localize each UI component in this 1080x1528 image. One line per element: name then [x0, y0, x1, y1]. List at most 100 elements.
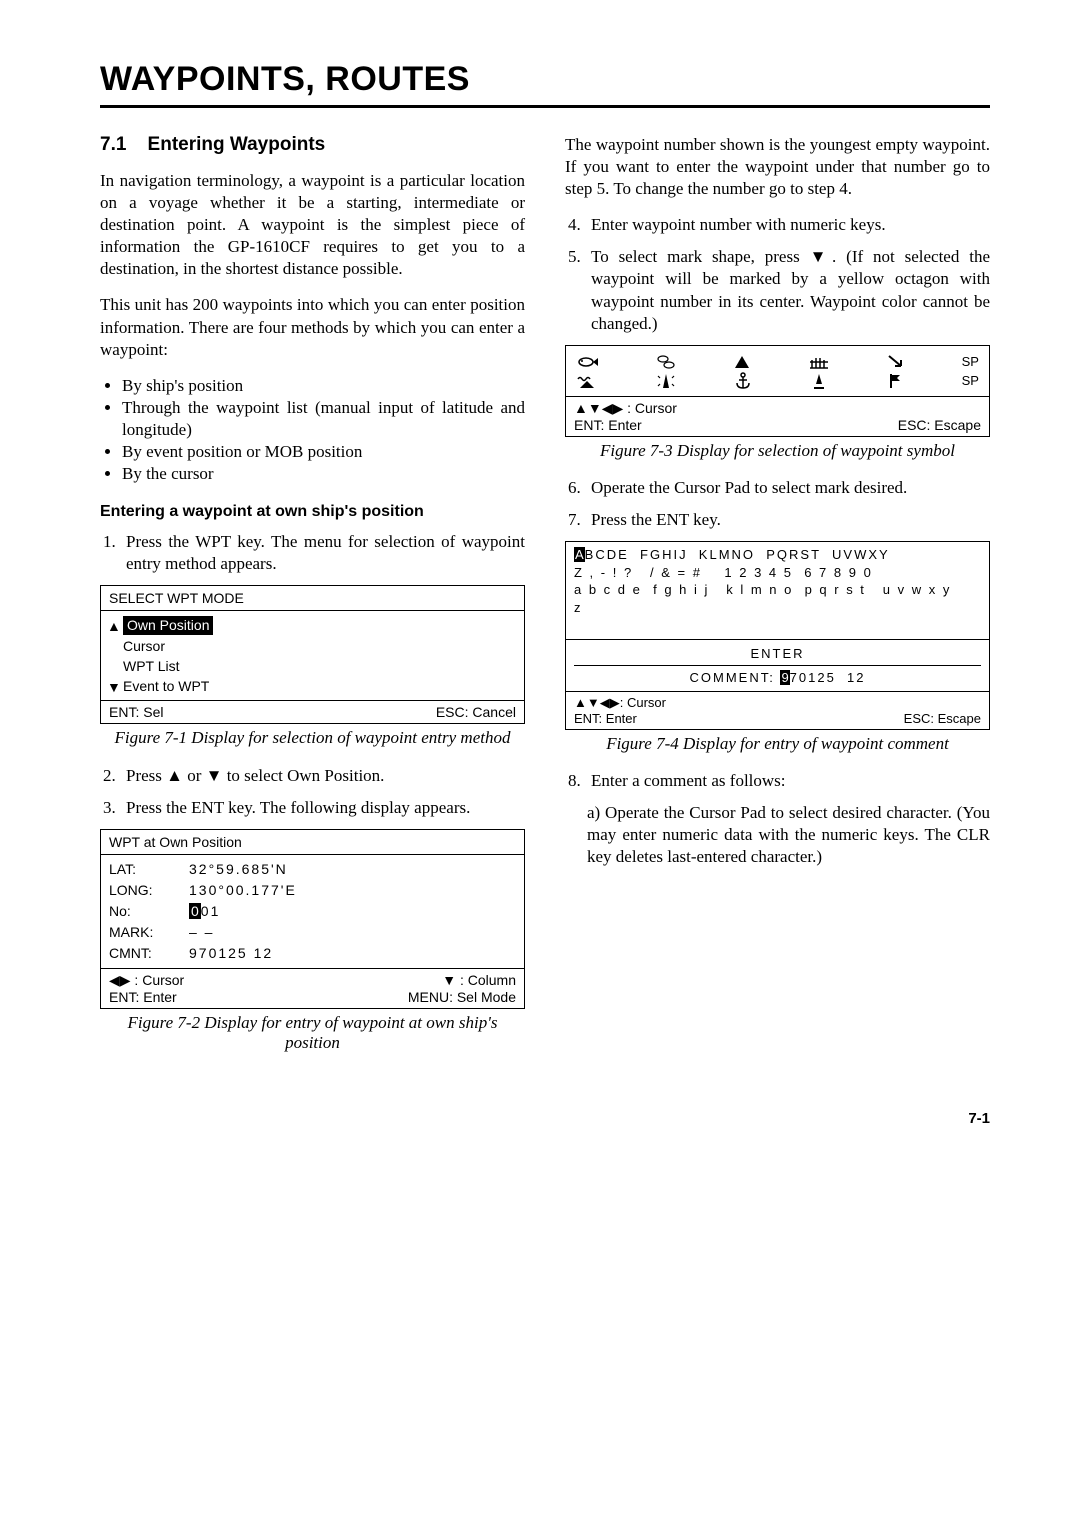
fig74-comment-label: COMMENT: — [689, 670, 780, 685]
fig74-row1-hi: A — [574, 547, 585, 562]
fig74-comment: COMMENT: 970125 12 — [574, 665, 981, 685]
figure-7-1-box: SELECT WPT MODE ▲ Own Position Cursor WP… — [100, 585, 525, 724]
fig73-sp-2: SP — [962, 373, 979, 388]
wave-mountain-icon — [576, 373, 598, 389]
up-arrow-icon: ▲ — [107, 617, 121, 635]
fig73-ent: ENT: Enter — [574, 417, 642, 433]
fig72-column-hint: ▼ : Column — [442, 972, 516, 989]
figure-7-2-box: WPT at Own Position LAT: 32°59.685'N LON… — [100, 829, 525, 1009]
fig72-long-value: 130°00.177'E — [189, 880, 297, 901]
fig72-lat-value: 32°59.685'N — [189, 859, 288, 880]
fig74-mid: ENTER COMMENT: 970125 12 — [566, 640, 989, 692]
fig72-cursor-hint: ◀▶ : Cursor — [109, 972, 184, 989]
down-arrow-icon: ▼ — [107, 678, 121, 696]
section-heading: 7.1 Entering Waypoints — [100, 134, 525, 156]
step-list-left: Press the WPT key. The menu for selectio… — [100, 531, 525, 575]
fish-icon — [576, 355, 598, 369]
section-number: 7.1 — [100, 134, 126, 155]
two-column-layout: 7.1 Entering Waypoints In navigation ter… — [100, 134, 990, 1070]
step-list-right-3: Enter a comment as follows: — [565, 770, 990, 792]
step-8: Enter a comment as follows: — [585, 770, 990, 792]
fig73-cursor-hint: ▲▼◀▶ : Cursor — [574, 400, 981, 417]
fig71-ent: ENT: Sel — [109, 704, 163, 720]
fig74-row4: z — [574, 599, 981, 617]
fig71-selected: Own Position — [123, 616, 213, 634]
fig74-ent: ENT: Enter — [574, 711, 637, 726]
fig71-body: ▲ Own Position Cursor WPT List ▼ Event t… — [101, 610, 524, 701]
anchor-icon — [734, 372, 752, 390]
fig74-caption: Figure 7-4 Display for entry of waypoint… — [565, 734, 990, 754]
list-item: Through the waypoint list (manual input … — [122, 397, 525, 441]
fig72-menu: MENU: Sel Mode — [408, 989, 516, 1005]
fig71-item-event: ▼ Event to WPT — [101, 676, 524, 696]
step-list-right: Enter waypoint number with numeric keys.… — [565, 214, 990, 334]
paragraph: In navigation terminology, a waypoint is… — [100, 170, 525, 280]
step-4: Enter waypoint number with numeric keys. — [585, 214, 990, 236]
list-item: By ship's position — [122, 375, 525, 397]
page-number: 7-1 — [100, 1110, 990, 1127]
fig74-row1: ABCDE FGHIJ KLMNO PQRST UVWXY — [574, 546, 981, 564]
step-list-left-2: Press ▲ or ▼ to select Own Position. Pre… — [100, 765, 525, 819]
buoy-icon — [810, 372, 828, 390]
fig74-comment-hi: 9 — [780, 670, 789, 685]
fig74-row3: a b c d e f g h i j k l m n o p q r s t … — [574, 581, 981, 599]
figure-7-4-box: ABCDE FGHIJ KLMNO PQRST UVWXY Z , - ! ? … — [565, 541, 990, 729]
figure-7-3-box: SP SP ▲▼◀▶ : Cursor ENT: Enter ESC: Esca… — [565, 345, 990, 437]
fig74-cursor-hint: ▲▼◀▶: Cursor — [574, 695, 981, 711]
step-6: Operate the Cursor Pad to select mark de… — [585, 477, 990, 499]
wreck-icon — [808, 354, 830, 370]
fig72-no-value: 001 — [189, 901, 220, 922]
step-7: Press the ENT key. — [585, 509, 990, 531]
step-8a: a) Operate the Cursor Pad to select desi… — [587, 802, 990, 868]
fig71-item-cursor: Cursor — [101, 636, 524, 656]
fig72-cmnt-label: CMNT: — [109, 943, 189, 964]
solid-triangle-icon — [733, 354, 751, 370]
fig71-title: SELECT WPT MODE — [101, 586, 524, 610]
flag-icon — [886, 372, 904, 390]
fig74-enter: ENTER — [574, 646, 981, 665]
fig72-no-hi: 0 — [189, 903, 201, 919]
chapter-title: WAYPOINTS, ROUTES — [100, 60, 990, 99]
fig74-row1-rest: BCDE FGHIJ KLMNO PQRST UVWXY — [585, 547, 890, 562]
fig72-title: WPT at Own Position — [101, 830, 524, 854]
fig72-mark-value: – – — [189, 922, 214, 943]
fig71-item-wptlist: WPT List — [101, 656, 524, 676]
fig74-body: ABCDE FGHIJ KLMNO PQRST UVWXY Z , - ! ? … — [566, 542, 989, 639]
arrow-down-right-icon — [887, 354, 905, 370]
right-column: The waypoint number shown is the younges… — [565, 134, 990, 1070]
fish-group-icon — [655, 354, 677, 370]
list-item: By event position or MOB position — [122, 441, 525, 463]
fig72-long-label: LONG: — [109, 880, 189, 901]
fig73-icon-row-1: SP — [576, 354, 979, 370]
fig72-cmnt-value: 970125 12 — [189, 943, 273, 964]
step-1: Press the WPT key. The menu for selectio… — [120, 531, 525, 575]
subheading: Entering a waypoint at own ship's positi… — [100, 503, 525, 521]
fig73-caption: Figure 7-3 Display for selection of wayp… — [565, 441, 990, 461]
section-title: Entering Waypoints — [148, 134, 326, 155]
fig72-body: LAT: 32°59.685'N LONG: 130°00.177'E No: … — [101, 854, 524, 969]
fig71-item-event-label: Event to WPT — [123, 678, 209, 694]
step-3: Press the ENT key. The following display… — [120, 797, 525, 819]
step-list-right-2: Operate the Cursor Pad to select mark de… — [565, 477, 990, 531]
left-column: 7.1 Entering Waypoints In navigation ter… — [100, 134, 525, 1070]
fig71-footer: ENT: Sel ESC: Cancel — [101, 701, 524, 723]
fig74-esc: ESC: Escape — [904, 711, 981, 726]
fig73-sp-1: SP — [962, 354, 979, 369]
paragraph: The waypoint number shown is the younges… — [565, 134, 990, 200]
fig72-no-rest: 01 — [201, 903, 221, 919]
fig72-ent: ENT: Enter — [109, 989, 177, 1005]
fig74-footer: ▲▼◀▶: Cursor ENT: Enter ESC: Escape — [566, 692, 989, 729]
step-5: To select mark shape, press ▼. (If not s… — [585, 246, 990, 334]
fig71-item-own-position: ▲ Own Position — [101, 615, 524, 635]
fig74-row2: Z , - ! ? / & = # 1 2 3 4 5 6 7 8 9 0 — [574, 564, 981, 582]
fig71-caption: Figure 7-1 Display for selection of wayp… — [100, 728, 525, 748]
step-2: Press ▲ or ▼ to select Own Position. — [120, 765, 525, 787]
list-item: By the cursor — [122, 463, 525, 485]
fig72-lat-label: LAT: — [109, 859, 189, 880]
horizontal-rule — [100, 105, 990, 108]
fig73-footer: ▲▼◀▶ : Cursor ENT: Enter ESC: Escape — [566, 397, 989, 436]
method-list: By ship's position Through the waypoint … — [100, 375, 525, 485]
fig73-icon-row-2: SP — [576, 372, 979, 390]
fig73-esc: ESC: Escape — [898, 417, 981, 433]
fig72-caption: Figure 7-2 Display for entry of waypoint… — [100, 1013, 525, 1054]
